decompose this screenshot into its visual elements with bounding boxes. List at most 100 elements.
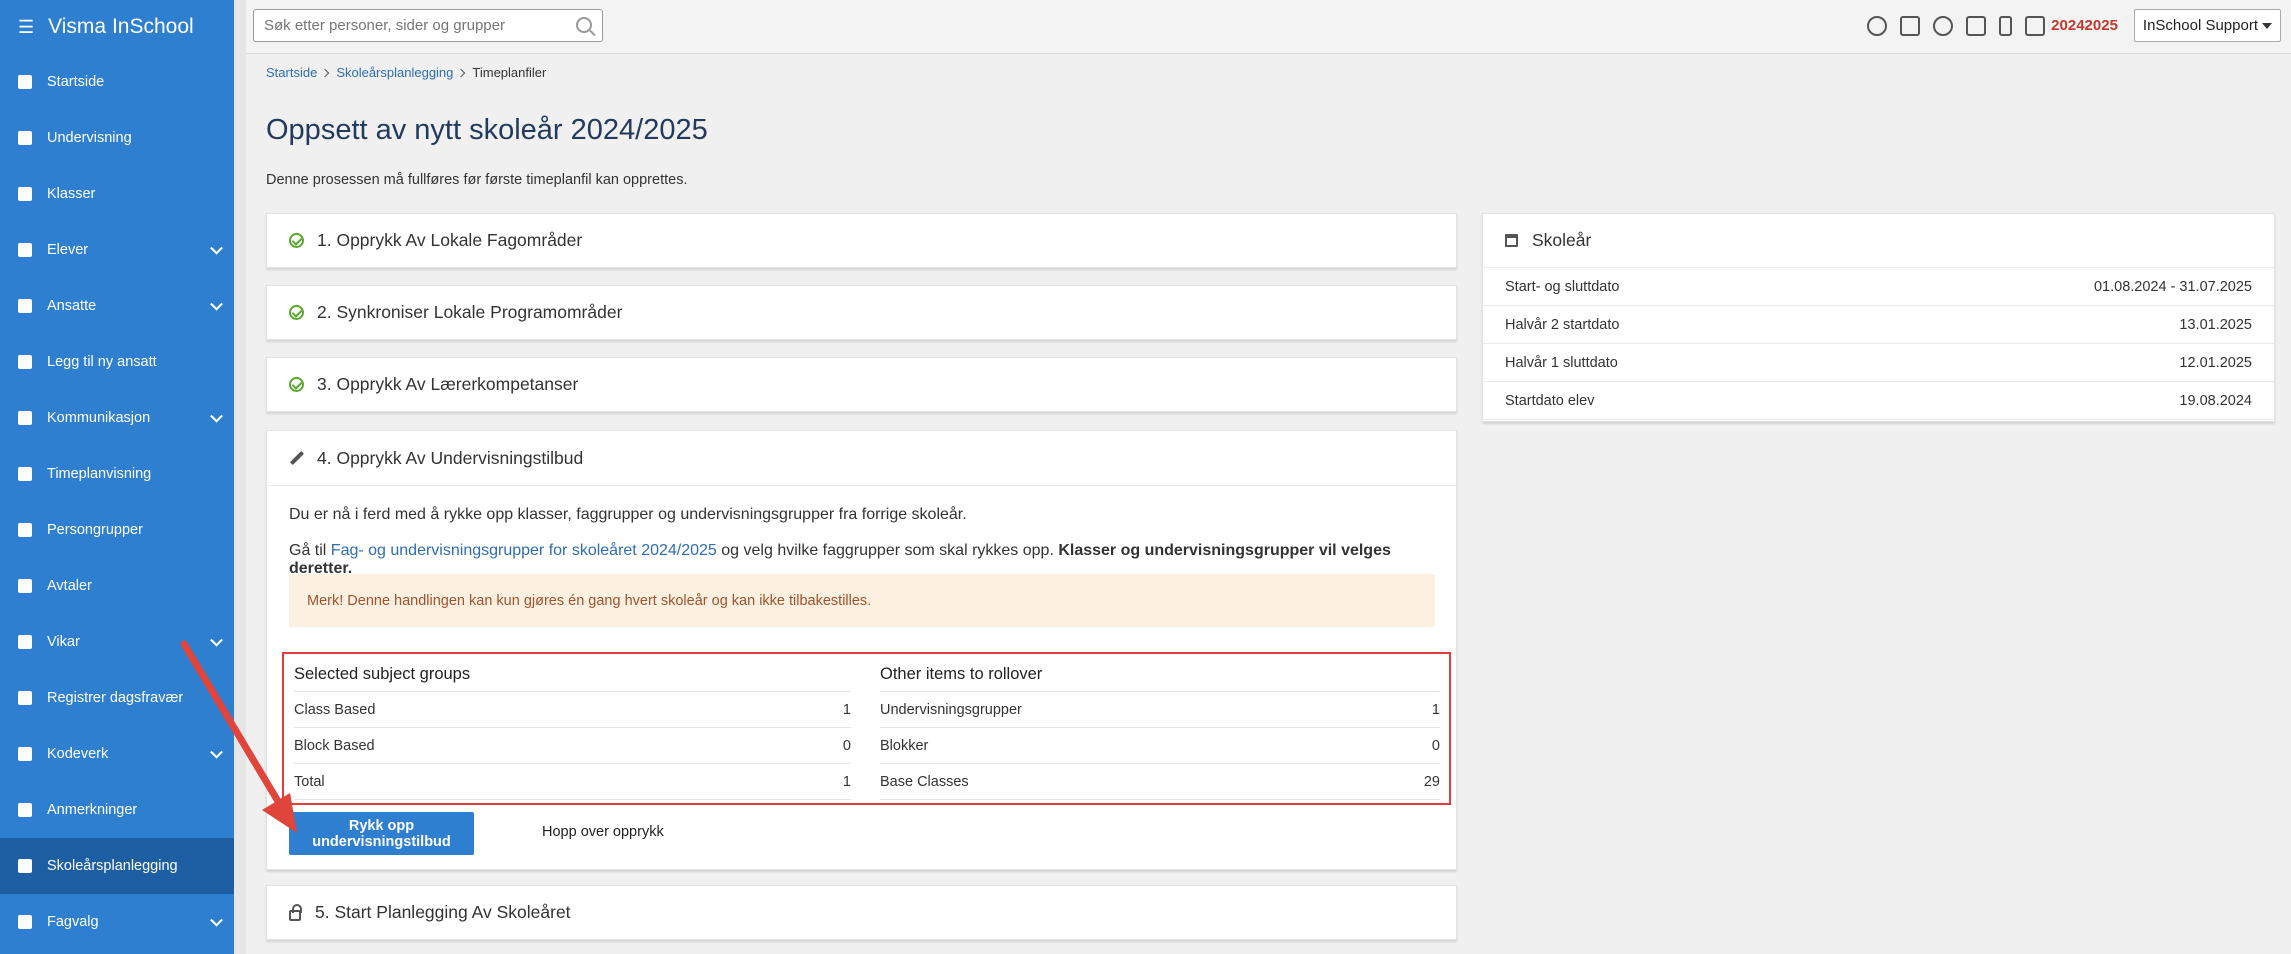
chevron-down-icon[interactable]: [210, 913, 223, 927]
breadcrumb-link-startside[interactable]: Startside: [266, 65, 317, 80]
chevron-down-icon[interactable]: [210, 633, 223, 647]
sidebar-item-label: Kommunikasjon: [47, 410, 151, 426]
chevron-down-icon[interactable]: [210, 297, 223, 311]
school-year-code[interactable]: 20242025: [2051, 17, 2118, 34]
chevron-down-icon[interactable]: [210, 409, 223, 423]
sidebar-item-label: Undervisning: [47, 130, 132, 146]
chevron-right-icon: [457, 68, 466, 77]
search-icon[interactable]: [576, 17, 592, 33]
refresh-icon: [18, 635, 32, 649]
step-title: 2. Synkroniser Lokale Programområder: [317, 302, 623, 322]
sidebar-item-label: Skoleårsplanlegging: [47, 858, 178, 874]
user-menu-button[interactable]: InSchool Support: [2133, 9, 2281, 42]
sidebar-item-skoleårsplanlegging[interactable]: Skoleårsplanlegging: [0, 838, 234, 894]
school-year-header: Skoleår: [1483, 214, 2274, 268]
row-value: 1: [842, 701, 851, 718]
sidebar-item-label: Timeplanvisning: [47, 466, 152, 482]
mobile-icon[interactable]: [1999, 15, 2013, 36]
sidebar-item-fagvalg[interactable]: Fagvalg: [0, 894, 234, 950]
calendar-check-icon: [18, 579, 32, 593]
summary-row: Blokker 0: [880, 728, 1440, 764]
sidebar-item-label: Anmerkninger: [47, 802, 138, 818]
page-title: Oppsett av nytt skoleår 2024/2025: [266, 114, 708, 146]
summary-row: Undervisningsgrupper 1: [880, 692, 1440, 728]
plus-icon: [18, 355, 32, 369]
chevron-down-icon[interactable]: [210, 241, 223, 255]
school-year-row: Startdato elev 19.08.2024: [1483, 382, 2274, 420]
breadcrumb: Startside Skoleårsplanlegging Timeplanfi…: [266, 65, 546, 80]
sidebar-item-elever[interactable]: Elever: [0, 222, 234, 278]
board-icon: [18, 187, 32, 201]
bell-icon[interactable]: [1933, 15, 1954, 36]
sidebar-item-registrer-dagsfravær[interactable]: Registrer dagsfravær: [0, 670, 234, 726]
row-value: 19.08.2024: [2179, 392, 2252, 409]
row-label: Class Based: [294, 701, 376, 718]
sidebar-item-persongrupper[interactable]: Persongrupper: [0, 502, 234, 558]
step-title: 3. Opprykk Av Lærerkompetanser: [317, 374, 579, 394]
rollover-button[interactable]: Rykk opp undervisningstilbud: [289, 812, 474, 855]
sidebar-item-kodeverk[interactable]: Kodeverk: [0, 726, 234, 782]
card-title: Skoleår: [1532, 230, 1592, 250]
pencil-icon: [289, 450, 305, 466]
sidebar-item-anmerkninger[interactable]: Anmerkninger: [0, 782, 234, 838]
caret-down-icon: [2262, 22, 2272, 29]
sidebar-item-avtaler[interactable]: Avtaler: [0, 558, 234, 614]
sidebar-item-timeplanvisning[interactable]: Timeplanvisning: [0, 446, 234, 502]
sidebar-item-label: Registrer dagsfravær: [47, 690, 184, 706]
step-4: 4. Opprykk Av Undervisningstilbud Du er …: [266, 430, 1457, 870]
search-input[interactable]: [254, 10, 554, 41]
row-label: Base Classes: [880, 773, 969, 790]
row-label: Blokker: [880, 737, 929, 754]
row-label: Block Based: [294, 737, 375, 754]
search-box[interactable]: [253, 9, 603, 42]
sidebar-item-label: Ansatte: [47, 298, 97, 314]
sidebar-item-label: Kodeverk: [47, 746, 109, 762]
summary-row: Block Based 0: [294, 728, 851, 764]
sidebar-item-label: Elever: [47, 242, 89, 258]
sidebar-item-label: Vikar: [47, 634, 80, 650]
book-icon: [18, 915, 32, 929]
top-bar: 20242025 InSchool Support: [246, 0, 2291, 54]
summary-row: Total 1: [294, 764, 851, 800]
brand: ☰ Visma InSchool: [0, 0, 234, 54]
step-4-header[interactable]: 4. Opprykk Av Undervisningstilbud: [267, 431, 1456, 486]
sidebar-item-startside[interactable]: Startside: [0, 54, 234, 110]
step-3[interactable]: 3. Opprykk Av Lærerkompetanser: [266, 357, 1457, 412]
chevron-down-icon[interactable]: [210, 745, 223, 759]
subject-groups-link[interactable]: Fag- og undervisningsgrupper for skoleår…: [331, 542, 717, 559]
summary-row: Base Classes 29: [880, 764, 1440, 800]
sidebar-item-kommunikasjon[interactable]: Kommunikasjon: [0, 390, 234, 446]
step-title: 4. Opprykk Av Undervisningstilbud: [317, 447, 584, 468]
step-2[interactable]: 2. Synkroniser Lokale Programområder: [266, 285, 1457, 340]
hamburger-menu-icon[interactable]: ☰: [18, 17, 34, 38]
sidebar-item-vikar[interactable]: Vikar: [0, 614, 234, 670]
row-value: 1: [842, 773, 851, 790]
step-title: 1. Opprykk Av Lokale Fagområder: [317, 230, 583, 250]
chevron-right-icon: [321, 68, 330, 77]
mail-icon[interactable]: [1966, 15, 1987, 36]
main-area: 20242025 InSchool Support Startside Skol…: [234, 0, 2291, 954]
skip-rollover-button[interactable]: Hopp over opprykk: [542, 824, 664, 840]
help-icon[interactable]: [1867, 15, 1888, 36]
sidebar: ☰ Visma InSchool Startside Undervisning Kl…: [0, 0, 234, 954]
sidebar-item-klasser[interactable]: Klasser: [0, 166, 234, 222]
breadcrumb-link-planning[interactable]: Skoleårsplanlegging: [336, 65, 453, 80]
step-4-description: Du er nå i ferd med å rykke opp klasser,…: [289, 506, 967, 523]
sidebar-item-label: Klasser: [47, 186, 96, 202]
chat-icon: [18, 411, 32, 425]
step-1[interactable]: 1. Opprykk Av Lokale Fagområder: [266, 213, 1457, 268]
row-label: Startdato elev: [1505, 392, 1595, 409]
row-label: Halvår 1 sluttdato: [1505, 354, 1618, 371]
check-circle-icon: [289, 377, 304, 392]
calendar-icon[interactable]: [2025, 15, 2046, 36]
rollover-summary: Selected subject groups Class Based 1 Blo…: [282, 652, 1451, 805]
row-label: Start- og sluttdato: [1505, 278, 1620, 295]
app-title[interactable]: Visma InSchool: [48, 15, 194, 39]
calendar-icon: [1505, 234, 1518, 247]
summary-row: Class Based 1: [294, 692, 851, 728]
sidebar-item-legg-til-ny-ansatt[interactable]: Legg til ny ansatt: [0, 334, 234, 390]
pencil-icon: [18, 691, 32, 705]
sidebar-item-ansatte[interactable]: Ansatte: [0, 278, 234, 334]
sidebar-item-undervisning[interactable]: Undervisning: [0, 110, 234, 166]
contact-card-icon[interactable]: [1900, 15, 1921, 36]
